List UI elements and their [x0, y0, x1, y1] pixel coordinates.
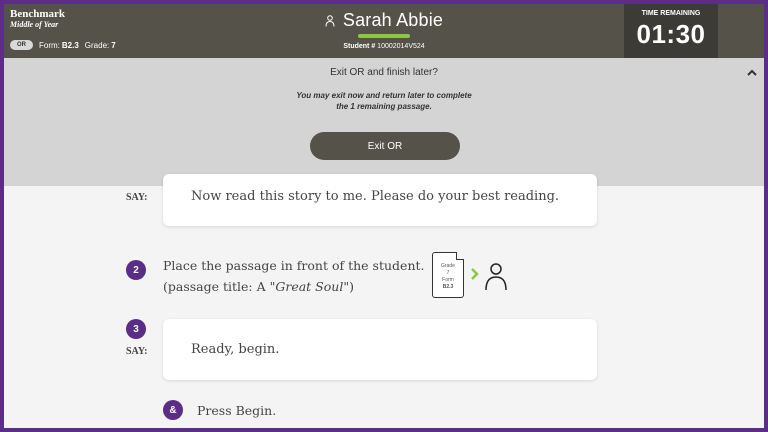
person-icon	[485, 263, 507, 291]
assessment-meta: OR Form: B2.3 Grade: 7	[10, 40, 116, 50]
step-2-instruction: Place the passage in front of the studen…	[163, 258, 425, 273]
step-2-text: Place the passage in front of the studen…	[163, 255, 429, 297]
say-label-3: SAY:	[126, 346, 148, 357]
exit-question: Exit OR and finish later?	[330, 67, 438, 78]
grade-value: 7	[111, 40, 116, 50]
say-card-1: Now read this story to me. Please do you…	[163, 174, 597, 226]
app-frame: Benchmark Middle of Year OR Form: B2.3 G…	[4, 4, 764, 428]
grade-label: Grade:	[84, 40, 110, 50]
benchmark-period: Middle of Year	[10, 20, 59, 29]
benchmark-title: Benchmark	[10, 8, 65, 20]
exit-button[interactable]: Exit OR	[310, 132, 460, 160]
passage-title-prefix: (passage title: A	[163, 279, 270, 294]
doc-form-value: B2.3	[442, 284, 454, 290]
student-id: Student # 10002014V524	[304, 43, 464, 50]
student-id-label: Student #	[343, 43, 376, 50]
person-icon	[325, 14, 335, 27]
doc-grade-label: Grade	[441, 263, 455, 269]
form-label: Form:	[39, 40, 60, 50]
benchmark-info: Benchmark Middle of Year	[10, 8, 65, 30]
say-label-1: SAY:	[126, 192, 148, 203]
step-2-passage-title: (passage title: A "Great Soul")	[163, 276, 429, 297]
doc-grade-value: 7	[446, 270, 450, 276]
step-number-2: 2	[126, 260, 146, 280]
say-text-1: Now read this story to me. Please do you…	[191, 189, 560, 204]
exit-message: You may exit now and return later to com…	[4, 90, 764, 112]
student-name: Sarah Abbie	[342, 10, 444, 30]
chevron-up-icon[interactable]	[746, 68, 758, 78]
timer-value: 01:30	[636, 19, 706, 49]
step-4-text: Press Begin.	[197, 403, 277, 418]
exit-message-line2: the 1 remaining passage.	[336, 102, 432, 111]
header-bar: Benchmark Middle of Year OR Form: B2.3 G…	[4, 4, 764, 58]
passage-title-suffix: )	[349, 279, 354, 294]
student-id-value: 10002014V524	[377, 43, 425, 50]
doc-fold	[456, 252, 464, 260]
student-info: Sarah Abbie Student # 10002014V524	[304, 10, 464, 50]
step-number-3: 3	[126, 319, 146, 339]
mode-pill: OR	[10, 40, 33, 50]
say-card-3: Ready, begin.	[163, 319, 597, 380]
step-number-4: &	[163, 400, 183, 420]
timer-label: TIME REMAINING	[641, 10, 701, 17]
form-value: B2.3	[61, 40, 79, 50]
document-icon: Grade 7 Form B2.3	[432, 252, 464, 298]
doc-form-label: Form	[442, 277, 454, 283]
exit-panel: Exit OR and finish later? You may exit n…	[4, 58, 764, 186]
exit-message-line1: You may exit now and return later to com…	[296, 91, 472, 100]
passage-title: "Great Soul"	[269, 279, 350, 294]
say-text-3: Ready, begin.	[191, 342, 280, 357]
chevron-right-icon	[470, 267, 480, 283]
timer-box: TIME REMAINING 01:30	[624, 4, 718, 58]
student-progress-bar	[358, 34, 410, 38]
